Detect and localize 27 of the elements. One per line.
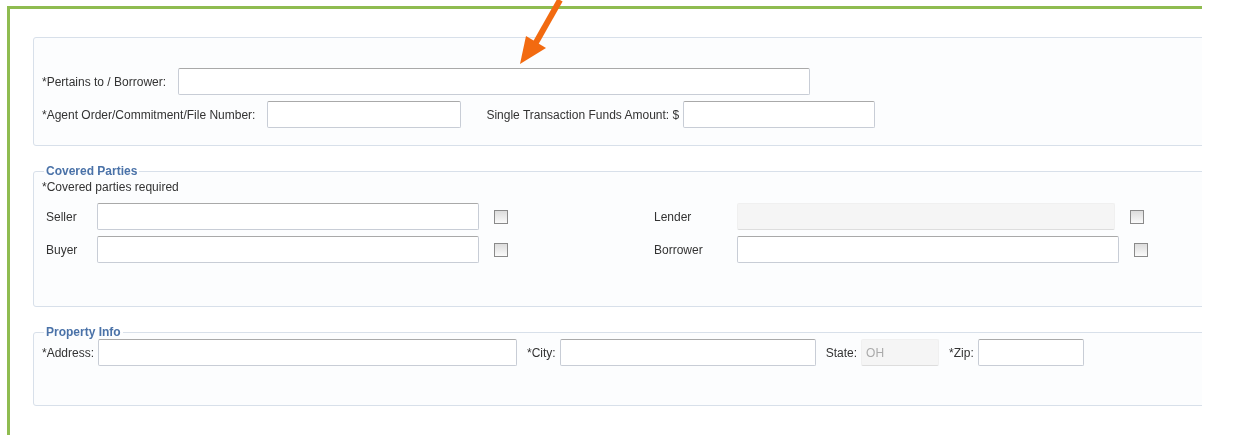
input-field[interactable] bbox=[97, 203, 479, 230]
field-label: Lender bbox=[653, 209, 693, 224]
field-label: State: bbox=[825, 345, 858, 360]
input-field[interactable] bbox=[559, 339, 816, 366]
checkbox[interactable] bbox=[1134, 242, 1148, 257]
field-label: Seller bbox=[45, 209, 78, 224]
field-label: *Zip: bbox=[949, 345, 974, 360]
field-label: *Pertains to / Borrower: bbox=[42, 74, 167, 89]
input-field[interactable] bbox=[178, 68, 811, 95]
section-title: Property Info bbox=[45, 325, 122, 339]
input-field[interactable] bbox=[98, 339, 518, 366]
input-field[interactable] bbox=[737, 236, 1119, 263]
field-label: *City: bbox=[527, 345, 556, 360]
required-note: *Covered parties required bbox=[42, 180, 180, 194]
field-label: *Agent Order/Commitment/File Number: bbox=[42, 107, 256, 122]
field-label: Buyer bbox=[45, 242, 79, 257]
field-label: Borrower bbox=[653, 242, 704, 257]
checkbox[interactable] bbox=[494, 242, 508, 257]
field-label: *Address: bbox=[42, 345, 95, 360]
checkbox[interactable] bbox=[494, 209, 508, 224]
input-field[interactable] bbox=[977, 339, 1084, 366]
section-title: Covered Parties bbox=[45, 164, 139, 178]
input-field[interactable] bbox=[97, 236, 479, 263]
input-field[interactable] bbox=[683, 101, 876, 128]
field-label: Single Transaction Funds Amount: $ bbox=[486, 107, 680, 122]
checkbox[interactable] bbox=[1130, 209, 1144, 224]
input-field[interactable] bbox=[267, 101, 462, 128]
